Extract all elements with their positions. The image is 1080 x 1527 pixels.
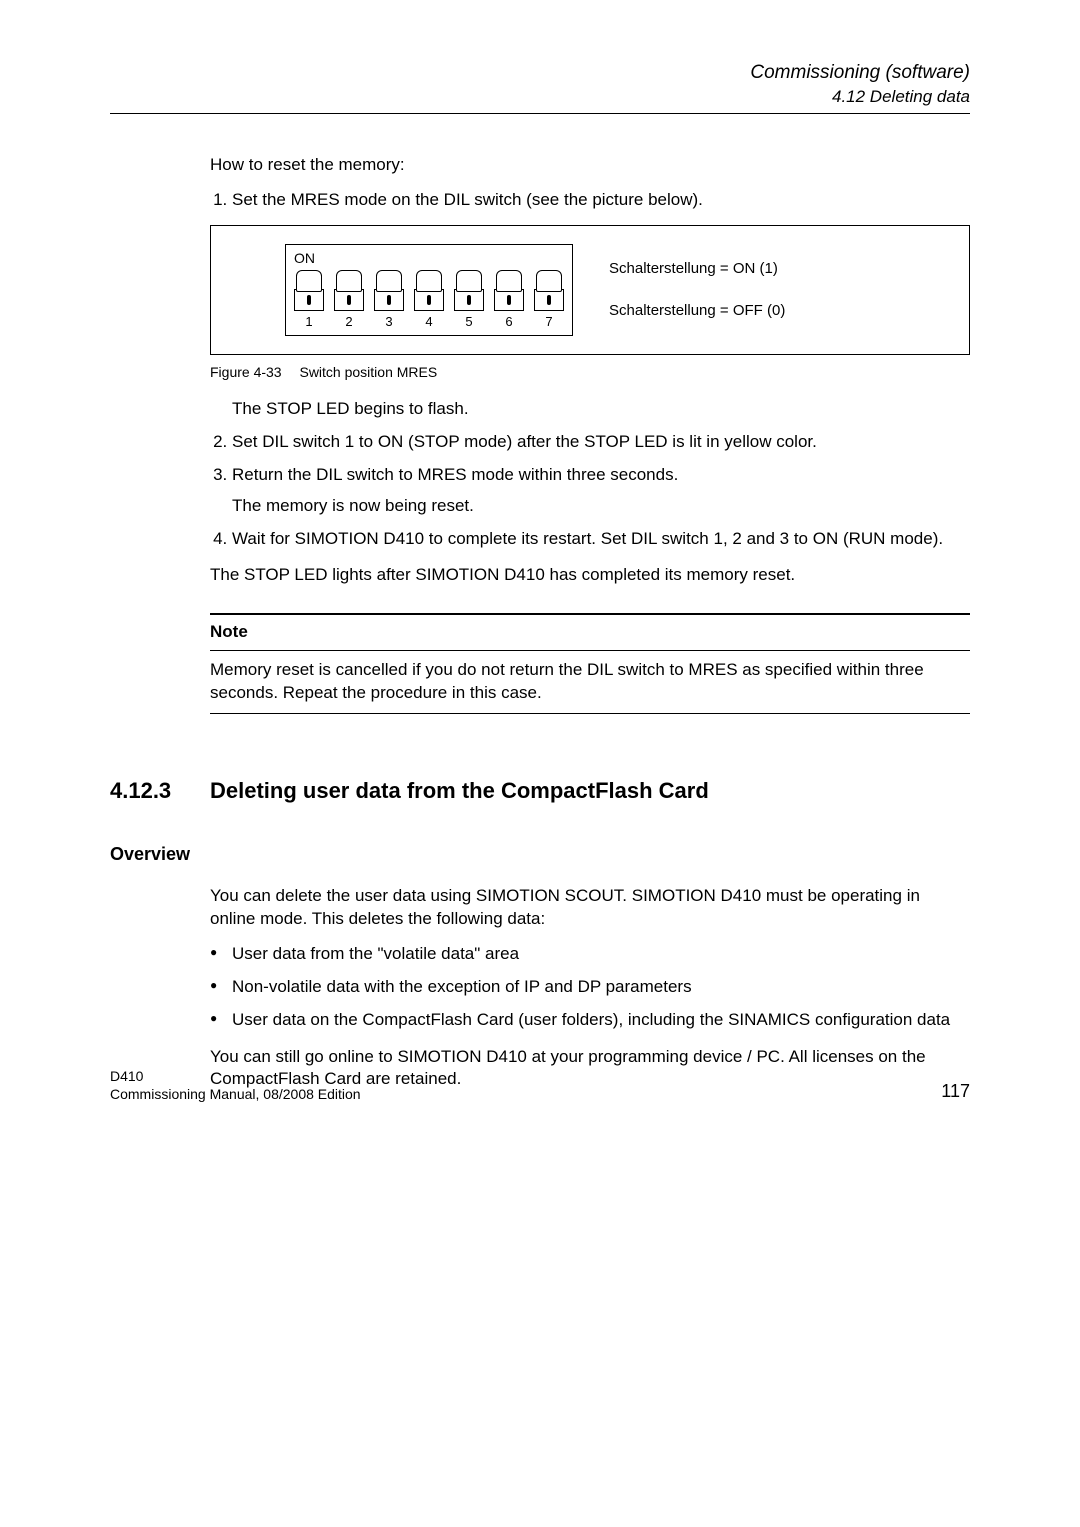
switch-num-3: 3 (385, 313, 392, 331)
switch-num-1: 1 (305, 313, 312, 331)
section-title: Deleting user data from the CompactFlash… (210, 776, 709, 806)
switch-lower-icon (454, 289, 484, 311)
header-subtitle: 4.12 Deleting data (110, 86, 970, 109)
switch-num-4: 4 (425, 313, 432, 331)
switch-upper-icon (456, 270, 482, 292)
switch-lower-icon (294, 289, 324, 311)
step-3: Return the DIL switch to MRES mode withi… (232, 464, 970, 518)
switch-dot-icon (547, 295, 551, 305)
overview-bullets: User data from the "volatile data" area … (210, 943, 970, 1032)
dip-on-label: ON (294, 249, 564, 268)
section-number: 4.12.3 (110, 776, 210, 806)
after-steps-para: The STOP LED lights after SIMOTION D410 … (210, 564, 970, 587)
switch-lower-icon (494, 289, 524, 311)
switch-upper-icon (336, 270, 362, 292)
header-title: Commissioning (software) (110, 60, 970, 86)
switch-1: 1 (294, 270, 324, 331)
note-block: Note Memory reset is cancelled if you do… (210, 613, 970, 714)
bullet-1: User data from the "volatile data" area (210, 943, 970, 966)
dip-row: 1 2 3 4 (294, 270, 564, 331)
switch-dot-icon (507, 295, 511, 305)
switch-dot-icon (347, 295, 351, 305)
step-1-sub: The STOP LED begins to flash. (210, 398, 970, 421)
steps-list-part1: Set the MRES mode on the DIL switch (see… (210, 189, 970, 212)
switch-3: 3 (374, 270, 404, 331)
bullet-2: Non-volatile data with the exception of … (210, 976, 970, 999)
overview-heading: Overview (110, 844, 190, 864)
step-2-text: Set DIL switch 1 to ON (STOP mode) after… (232, 432, 817, 451)
switch-upper-icon (296, 270, 322, 292)
switch-lower-icon (534, 289, 564, 311)
switch-num-2: 2 (345, 313, 352, 331)
switch-num-6: 6 (505, 313, 512, 331)
figure-label-off: Schalterstellung = OFF (0) (609, 301, 785, 321)
switch-2: 2 (334, 270, 364, 331)
switch-lower-icon (374, 289, 404, 311)
page-header: Commissioning (software) 4.12 Deleting d… (110, 60, 970, 114)
switch-5: 5 (454, 270, 484, 331)
figure-box: ON 1 2 3 (210, 225, 970, 354)
figure-labels: Schalterstellung = ON (1) Schalterstellu… (609, 259, 785, 322)
body-content: How to reset the memory: Set the MRES mo… (210, 154, 970, 1092)
step-4: Wait for SIMOTION D410 to complete its r… (232, 528, 970, 551)
step-3-sub: The memory is now being reset. (232, 495, 970, 518)
switch-dot-icon (427, 295, 431, 305)
note-label: Note (210, 621, 970, 644)
switch-upper-icon (496, 270, 522, 292)
step-4-text: Wait for SIMOTION D410 to complete its r… (232, 529, 943, 548)
steps-list-part2: Set DIL switch 1 to ON (STOP mode) after… (210, 431, 970, 551)
switch-6: 6 (494, 270, 524, 331)
switch-4: 4 (414, 270, 444, 331)
switch-dot-icon (307, 295, 311, 305)
switch-upper-icon (376, 270, 402, 292)
step-3-text: Return the DIL switch to MRES mode withi… (232, 465, 678, 484)
footer-line1: D410 (110, 1067, 361, 1085)
footer-line2: Commissioning Manual, 08/2008 Edition (110, 1085, 361, 1103)
switch-upper-icon (416, 270, 442, 292)
switch-upper-icon (536, 270, 562, 292)
figure-caption: Figure 4-33 Switch position MRES (210, 363, 970, 382)
switch-dot-icon (467, 295, 471, 305)
switch-num-5: 5 (465, 313, 472, 331)
figure-label-on: Schalterstellung = ON (1) (609, 259, 785, 279)
switch-num-7: 7 (545, 313, 552, 331)
note-text: Memory reset is cancelled if you do not … (210, 650, 970, 713)
switch-lower-icon (414, 289, 444, 311)
dip-switch-diagram: ON 1 2 3 (285, 244, 573, 335)
step-1: Set the MRES mode on the DIL switch (see… (232, 189, 970, 212)
bullet-3: User data on the CompactFlash Card (user… (210, 1009, 970, 1032)
overview-intro: You can delete the user data using SIMOT… (210, 885, 970, 931)
switch-lower-icon (334, 289, 364, 311)
page-footer: D410 Commissioning Manual, 08/2008 Editi… (110, 1067, 970, 1103)
switch-dot-icon (387, 295, 391, 305)
step-1-text: Set the MRES mode on the DIL switch (see… (232, 190, 703, 209)
figure-caption-num: Figure 4-33 (210, 364, 282, 380)
section-heading-row: 4.12.3 Deleting user data from the Compa… (110, 776, 970, 806)
step-2: Set DIL switch 1 to ON (STOP mode) after… (232, 431, 970, 454)
header-rule (110, 113, 970, 114)
overview-heading-row: Overview (110, 842, 970, 867)
page-number: 117 (941, 1079, 970, 1103)
footer-left: D410 Commissioning Manual, 08/2008 Editi… (110, 1067, 361, 1103)
intro-para: How to reset the memory: (210, 154, 970, 177)
switch-7: 7 (534, 270, 564, 331)
figure-caption-text: Switch position MRES (299, 364, 437, 380)
page: Commissioning (software) 4.12 Deleting d… (0, 0, 1080, 1153)
